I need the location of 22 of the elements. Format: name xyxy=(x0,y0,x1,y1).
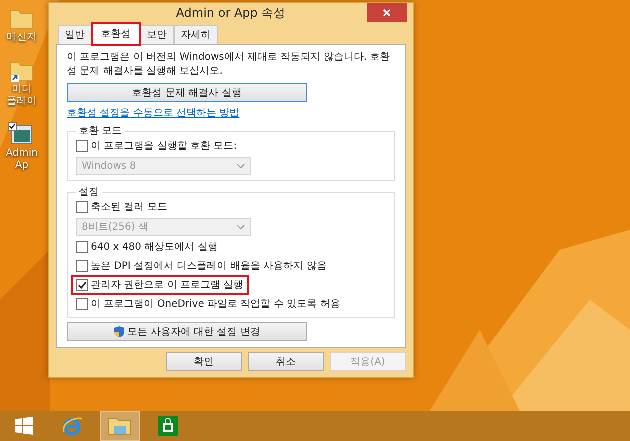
tab[interactable]: 자세히 xyxy=(174,25,218,45)
checkbox-option[interactable]: 640 x 480 해상도에서 실행 xyxy=(73,239,221,255)
all-users-settings-button[interactable]: 모든 사용자에 대한 설정 변경 xyxy=(67,322,307,341)
checkbox-option[interactable]: 이 프로그램을 실행할 호환 모드: xyxy=(73,138,240,154)
dialog-button[interactable]: 취소 xyxy=(248,352,324,371)
desktop-icon-label: 메신저 xyxy=(7,32,37,44)
help-link[interactable]: 호환성 설정을 수동으로 선택하는 방법 xyxy=(67,106,240,120)
desktop-icon-label: 미디 플레이 xyxy=(7,84,37,108)
checkbox-option[interactable]: 축소된 컬러 모드 xyxy=(73,199,170,215)
dialog-button[interactable]: 확인 xyxy=(166,352,242,371)
checkbox-option[interactable]: 관리자 권한으로 이 프로그램 실행 xyxy=(73,277,247,293)
checkbox-option[interactable]: 높은 DPI 설정에서 디스플레이 배율을 사용하지 않음 xyxy=(73,258,330,274)
tab[interactable]: 일반 xyxy=(58,25,92,45)
checkbox-option[interactable]: 이 프로그램이 OneDrive 파일로 작업할 수 있도록 허용 xyxy=(73,296,344,312)
desktop-icon-label: Admin Ap xyxy=(6,148,38,172)
group-title: 호환 모드 xyxy=(78,125,124,138)
intro-text: 이 프로그램은 이 버전의 Windows에서 제대로 작동되지 않습니다. 호환성 문제 해결사를 실행해 보십시오. xyxy=(67,51,392,79)
tab[interactable]: 호환성 xyxy=(92,23,140,45)
tab[interactable]: 보안 xyxy=(140,25,174,45)
troubleshooter-button[interactable]: 호환성 문제 해결사 실행 xyxy=(67,83,307,102)
group-title: 설정 xyxy=(78,186,100,199)
window-title: Admin or App 속성 xyxy=(176,4,286,22)
